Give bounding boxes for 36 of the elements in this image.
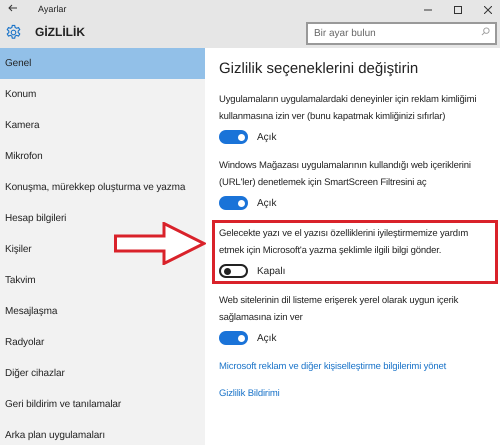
sidebar-item[interactable]: Geri bildirim ve tanılamalar: [0, 389, 205, 420]
settings-link[interactable]: Microsoft reklam ve diğer kişiselleştirme bilgilerimi yönet: [219, 360, 446, 374]
settings-icon: [5, 24, 22, 40]
sidebar-item[interactable]: Kişiler: [0, 234, 205, 265]
toggle-switch[interactable]: [219, 130, 248, 144]
settings-link[interactable]: Gizlilik Bildirimi: [219, 386, 280, 401]
toggle-switch[interactable]: [219, 196, 248, 210]
option-description: Uygulamaların uygulamalardaki deneyinler için reklam kimliğimi kullanmasına izin ver (bunu kapatmak kimliğinizi sıfırlar): [219, 92, 478, 124]
close-icon[interactable]: [484, 6, 492, 14]
page-title: GİZLİLİK: [35, 24, 85, 41]
window-title: Ayarlar: [38, 3, 66, 16]
sidebar-item[interactable]: Hesap bilgileri: [0, 203, 205, 234]
toggle-state-label: Açık: [257, 130, 276, 144]
toggle-state-label: Açık: [257, 196, 276, 210]
sidebar-item[interactable]: Mesajlaşma: [0, 296, 205, 327]
sidebar-item[interactable]: Genel: [0, 48, 205, 79]
toggle-switch[interactable]: [219, 331, 248, 345]
search-field[interactable]: Bir ayar bulun: [306, 22, 497, 44]
sidebar-item[interactable]: Diğer cihazlar: [0, 358, 205, 389]
sidebar-item[interactable]: Konuşma, mürekkep oluşturma ve yazma: [0, 172, 205, 203]
sidebar-item[interactable]: Kamera: [0, 110, 205, 141]
back-arrow-icon[interactable]: [8, 4, 18, 12]
sidebar-item[interactable]: Arka plan uygulamaları: [0, 420, 205, 445]
option-description: Windows Mağazası uygulamalarının kullandığı web içeriklerini (URL'ler) denetlemek için SmartScreen Filtresini aç: [219, 158, 472, 190]
sidebar-item[interactable]: Konum: [0, 79, 205, 110]
sidebar-item[interactable]: Radyolar: [0, 327, 205, 358]
sidebar-item[interactable]: Takvim: [0, 265, 205, 296]
search-icon: [481, 26, 490, 36]
maximize-icon[interactable]: [454, 6, 462, 14]
toggle-state-label: Kapalı: [257, 264, 286, 278]
option-description: Gelecekte yazı ve el yazısı özelliklerini iyileştirmemize yardım etmek için Microsoft'a yazma şeklimle ilgili bilgi gönder.: [219, 226, 470, 258]
sidebar-item[interactable]: Mikrofon: [0, 141, 205, 172]
section-heading: Gizlilik seçeneklerini değiştirin: [219, 59, 420, 79]
toggle-state-label: Açık: [257, 332, 276, 346]
toggle-switch[interactable]: [219, 264, 248, 278]
option-description: Web sitelerinin dil listeme erişerek yerel olarak uygun içerik sağlamasına izin ver: [219, 294, 460, 324]
